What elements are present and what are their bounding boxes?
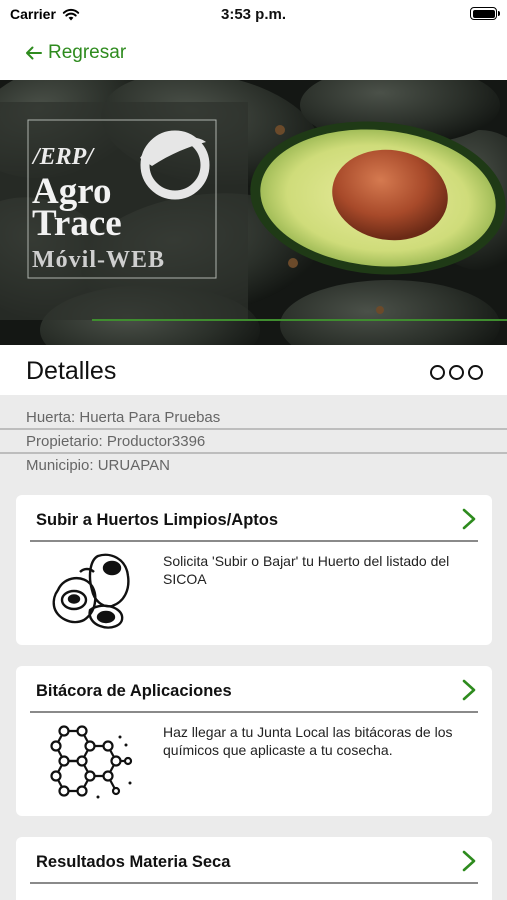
page-title: Detalles [26, 357, 117, 385]
dot-icon [449, 365, 464, 380]
status-time: 3:53 p.m. [220, 6, 287, 23]
card-title: Bitácora de Aplicaciones [36, 682, 232, 700]
logo-text-trace: Trace [32, 203, 122, 244]
arrow-left-icon [26, 46, 42, 60]
divider [30, 882, 478, 884]
content-area: Huerta: Huerta Para Pruebas Propietario:… [0, 395, 507, 900]
logo-text-movil-web: Móvil-WEB [32, 247, 165, 273]
divider [30, 711, 478, 713]
card-bitacora-aplicaciones[interactable]: Bitácora de Aplicaciones Haz llegar a tu… [16, 666, 492, 816]
info-huerta: Huerta: Huerta Para Pruebas [0, 406, 507, 430]
card-materia-seca[interactable]: Resultados Materia Seca [16, 837, 492, 900]
header-banner: /ERP/ Agro Trace Móvil-WEB [0, 80, 507, 345]
card-description: Haz llegar a tu Junta Local las bitácora… [163, 724, 453, 758]
info-propietario: Propietario: Productor3396 [0, 430, 507, 454]
divider [30, 540, 478, 542]
info-municipio: Municipio: URUAPAN [26, 457, 170, 474]
card-huertos-limpios[interactable]: Subir a Huertos Limpios/Aptos Solicita '… [16, 495, 492, 645]
card-title: Subir a Huertos Limpios/Aptos [36, 511, 279, 529]
avocado-icon [52, 553, 130, 629]
dot-icon [430, 365, 445, 380]
chevron-right-icon [462, 679, 476, 701]
card-title: Resultados Materia Seca [36, 853, 231, 871]
details-header: Detalles [0, 345, 507, 395]
dot-icon [468, 365, 483, 380]
logo-text-erp: /ERP/ [33, 144, 94, 170]
card-description: Solicita 'Subir o Bajar' tu Huerto del l… [163, 553, 450, 587]
more-options-button[interactable] [430, 365, 483, 380]
back-button[interactable]: Regresar [25, 40, 126, 66]
molecule-icon [50, 725, 133, 799]
back-button-label: Regresar [48, 42, 127, 63]
status-bar: Carrier 3:53 p.m. [0, 0, 507, 30]
battery-icon [470, 7, 500, 20]
chevron-right-icon [462, 850, 476, 872]
chevron-right-icon [462, 508, 476, 530]
